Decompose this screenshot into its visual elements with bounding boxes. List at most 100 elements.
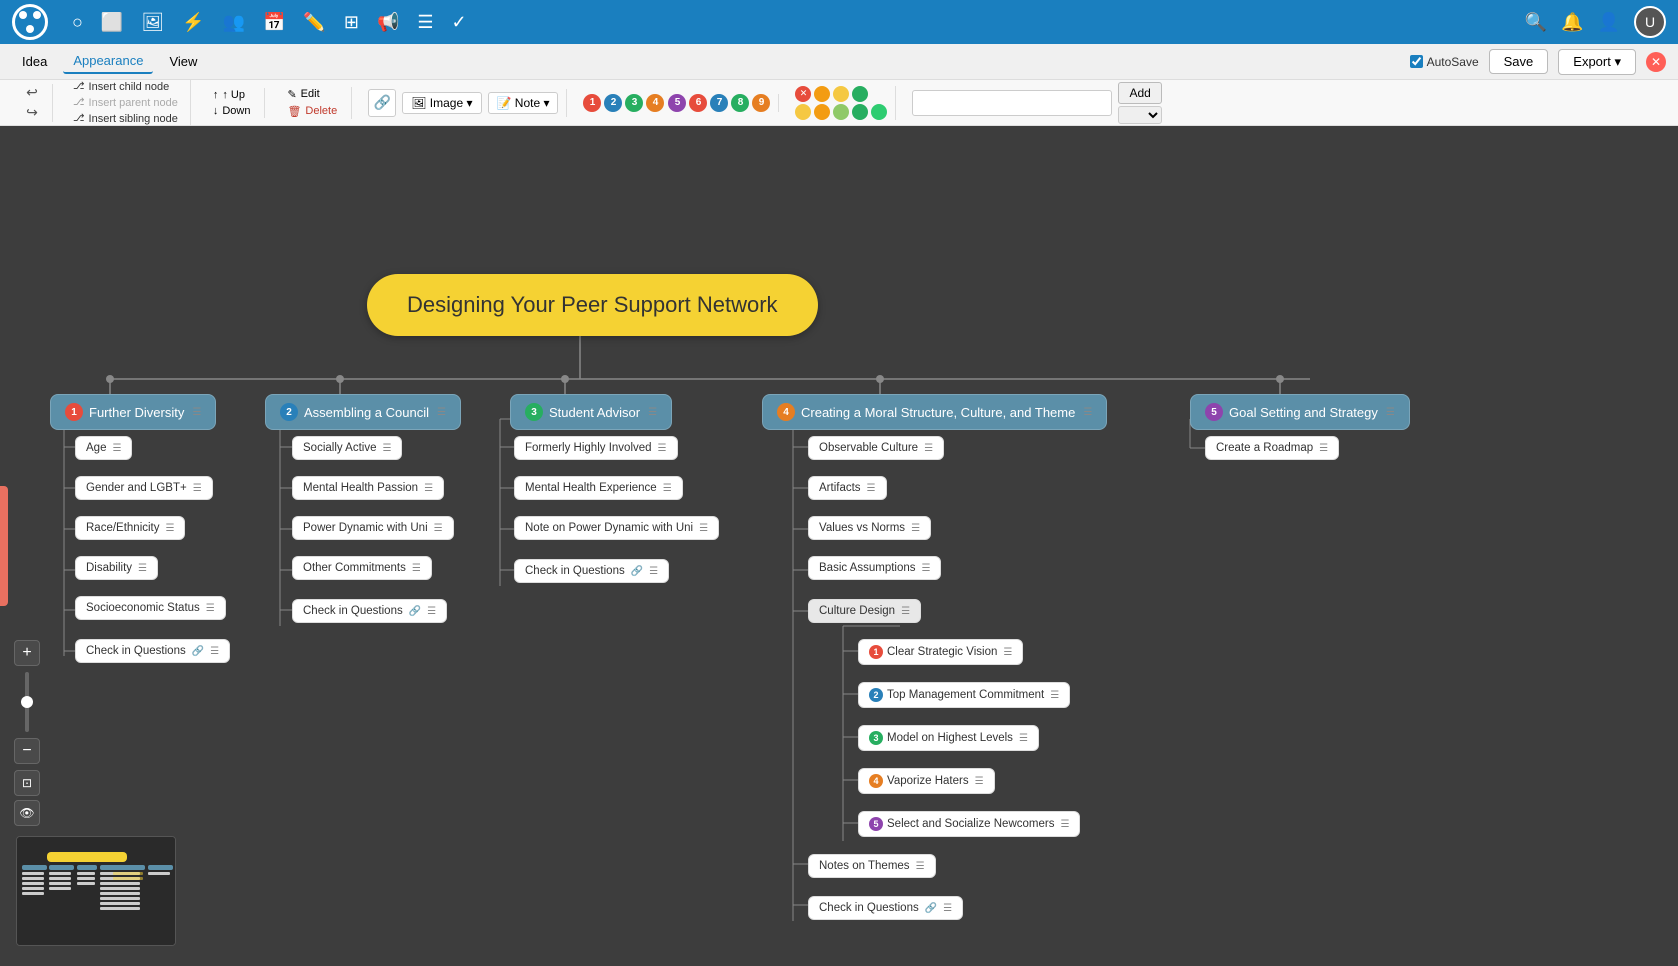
autosave-label[interactable]: AutoSave [1410,55,1479,69]
leaf-checkin-4-link[interactable]: 🔗 [925,903,937,914]
priority-2-badge[interactable]: 2 [604,94,622,112]
cancel-status-btn[interactable]: ✕ [795,86,811,102]
priority-9-badge[interactable]: 9 [752,94,770,112]
nav-lightning-icon[interactable]: ⚡ [182,12,204,33]
status-lightgreen[interactable] [833,104,849,120]
leaf-mental-health-passion[interactable]: Mental Health Passion ☰ [292,476,444,500]
leaf-race-note[interactable]: ☰ [166,523,175,534]
leaf-observable-note[interactable]: ☰ [924,443,933,454]
leaf-race-ethnicity[interactable]: Race/Ethnicity ☰ [75,516,185,540]
menu-item-appearance[interactable]: Appearance [63,49,153,74]
up-button[interactable]: ↑↑ Up [207,88,257,102]
leaf-socioeconomic[interactable]: Socioeconomic Status ☰ [75,596,226,620]
image-button[interactable]: 🖼 Image ▾ [402,92,481,114]
root-node[interactable]: Designing Your Peer Support Network [367,274,818,336]
export-button[interactable]: Export ▾ [1558,49,1636,75]
branch-node-further-diversity[interactable]: 1 Further Diversity ☰ [50,394,216,430]
leaf-mental-health-exp[interactable]: Mental Health Experience ☰ [514,476,683,500]
zoom-plus-button[interactable]: + [14,640,40,666]
nav-pen-icon[interactable]: ✏️ [303,12,325,33]
status-yellow-2[interactable] [795,104,811,120]
leaf-checkin-2-note[interactable]: ☰ [427,606,436,617]
leaf-checkin-1[interactable]: Check in Questions 🔗 ☰ [75,639,230,663]
priority-8-badge[interactable]: 8 [731,94,749,112]
leaf-socially-note[interactable]: ☰ [383,443,392,454]
leaf-values-norms[interactable]: Values vs Norms ☰ [808,516,931,540]
leaf-power-note[interactable]: ☰ [434,523,443,534]
down-button[interactable]: ↓Down [207,104,257,118]
leaf-checkin-3-note[interactable]: ☰ [649,566,658,577]
zoom-eye-button[interactable]: 👁 [14,800,40,826]
nav-files-icon[interactable]: ⬜ [101,12,123,33]
tag-select[interactable] [1118,106,1161,124]
status-green-2[interactable] [852,104,868,120]
leaf-model-highest[interactable]: 3 Model on Highest Levels ☰ [858,725,1039,751]
branch-1-note-icon[interactable]: ☰ [192,407,201,418]
note-button[interactable]: 📝 Note ▾ [488,92,559,114]
leaf-observable-culture[interactable]: Observable Culture ☰ [808,436,944,460]
leaf-top-mgmt[interactable]: 2 Top Management Commitment ☰ [858,682,1070,708]
priority-1-badge[interactable]: 1 [583,94,601,112]
leaf-note-power-note[interactable]: ☰ [699,523,708,534]
priority-5-badge[interactable]: 5 [668,94,686,112]
insert-parent-button[interactable]: ⎇ Insert parent node [69,96,182,110]
branch-node-assembling[interactable]: 2 Assembling a Council ☰ [265,394,461,430]
leaf-select-socialize[interactable]: 5 Select and Socialize Newcomers ☰ [858,811,1080,837]
leaf-disability[interactable]: Disability ☰ [75,556,158,580]
leaf-commitments-note[interactable]: ☰ [412,563,421,574]
nav-circle-icon[interactable]: ○ [72,12,83,33]
leaf-checkin-2[interactable]: Check in Questions 🔗 ☰ [292,599,447,623]
nav-grid-icon[interactable]: ⊞ [344,12,359,33]
leaf-gender-lgbt[interactable]: Gender and LGBT+ ☰ [75,476,213,500]
branch-4-note-icon[interactable]: ☰ [1083,407,1092,418]
leaf-note-power-dynamic[interactable]: Note on Power Dynamic with Uni ☰ [514,516,719,540]
leaf-checkin-2-link[interactable]: 🔗 [409,606,421,617]
branch-node-goal-setting[interactable]: 5 Goal Setting and Strategy ☰ [1190,394,1410,430]
bell-icon[interactable]: 🔔 [1561,12,1583,33]
priority-4-badge[interactable]: 4 [646,94,664,112]
leaf-vaporize-note[interactable]: ☰ [975,776,984,787]
leaf-checkin-1-link[interactable]: 🔗 [192,646,204,657]
priority-7-badge[interactable]: 7 [710,94,728,112]
zoom-minus-button[interactable]: − [14,738,40,764]
leaf-socially-active[interactable]: Socially Active ☰ [292,436,402,460]
app-logo[interactable] [12,4,48,40]
leaf-age-note[interactable]: ☰ [112,443,121,454]
leaf-checkin-4-note[interactable]: ☰ [943,903,952,914]
leaf-values-note[interactable]: ☰ [911,523,920,534]
leaf-formerly-involved[interactable]: Formerly Highly Involved ☰ [514,436,678,460]
autosave-checkbox[interactable] [1410,55,1423,68]
nav-calendar-icon[interactable]: 📅 [263,12,285,33]
leaf-artifacts-note[interactable]: ☰ [867,483,876,494]
leaf-csv-note[interactable]: ☰ [1003,647,1012,658]
leaf-checkin-3-link[interactable]: 🔗 [631,566,643,577]
leaf-themes-note[interactable]: ☰ [916,861,925,872]
leaf-formerly-note[interactable]: ☰ [658,443,667,454]
leaf-checkin-3[interactable]: Check in Questions 🔗 ☰ [514,559,669,583]
nav-check-icon[interactable]: ✓ [452,12,467,33]
leaf-mh-exp-note[interactable]: ☰ [663,483,672,494]
leaf-artifacts[interactable]: Artifacts ☰ [808,476,887,500]
leaf-other-commitments[interactable]: Other Commitments ☰ [292,556,432,580]
leaf-culture-design-note[interactable]: ☰ [901,606,910,617]
leaf-disability-note[interactable]: ☰ [138,563,147,574]
close-button[interactable]: ✕ [1646,52,1666,72]
leaf-age[interactable]: Age ☰ [75,436,132,460]
zoom-slider-thumb[interactable] [21,696,33,708]
insert-sibling-button[interactable]: ⎇ Insert sibling node [69,112,182,126]
leaf-notes-themes[interactable]: Notes on Themes ☰ [808,854,936,878]
leaf-passion-note[interactable]: ☰ [424,483,433,494]
avatar[interactable]: U [1634,6,1666,38]
leaf-clear-strategic-vision[interactable]: 1 Clear Strategic Vision ☰ [858,639,1023,665]
leaf-create-roadmap[interactable]: Create a Roadmap ☰ [1205,436,1339,460]
search-icon[interactable]: 🔍 [1525,12,1547,33]
branch-3-note-icon[interactable]: ☰ [648,407,657,418]
edit-button[interactable]: ✎Edit [281,87,343,102]
contact-icon[interactable]: 👤 [1598,12,1620,33]
minimap[interactable] [16,836,176,946]
priority-3-badge[interactable]: 3 [625,94,643,112]
leaf-assumptions-note[interactable]: ☰ [922,563,931,574]
redo-button[interactable]: ↪ [20,104,44,122]
leaf-socialize-note[interactable]: ☰ [1060,819,1069,830]
leaf-culture-design[interactable]: Culture Design ☰ [808,599,921,623]
